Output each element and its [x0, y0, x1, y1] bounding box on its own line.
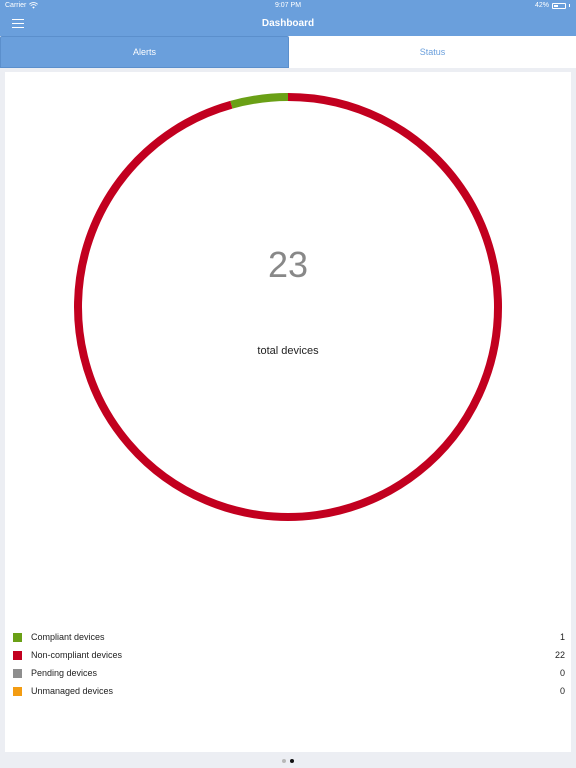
total-devices-value: 23: [267, 244, 309, 285]
legend-swatch-unmanaged: [13, 686, 22, 696]
page-title: Dashboard: [261, 18, 315, 29]
device-donut-chart: [74, 93, 502, 521]
donut-slice-non-compliant-devices[interactable]: [74, 93, 502, 521]
legend-label: Pending devices: [31, 668, 98, 678]
total-devices-label: total devices: [257, 345, 319, 357]
pager-dot[interactable]: [290, 759, 294, 763]
donut-slice-compliant-devices[interactable]: [230, 93, 289, 109]
battery-icon: [552, 2, 566, 9]
page-indicator[interactable]: [0, 759, 576, 763]
legend-count: 22: [554, 650, 565, 660]
status-bar: Carrier 9:07 PM 42%: [0, 0, 576, 12]
legend-item[interactable]: Unmanaged devices 0: [13, 682, 567, 700]
legend-swatch-pending: [13, 668, 22, 678]
legend-item[interactable]: Non-compliant devices 22: [13, 646, 567, 664]
legend-label: Compliant devices: [31, 632, 105, 642]
dashboard-card: 23 total devices Compliant devices 1 Non…: [5, 72, 571, 752]
tab-status[interactable]: Status: [289, 36, 576, 68]
pager-dot[interactable]: [282, 759, 286, 763]
battery-fill: [554, 4, 559, 7]
legend-count: 0: [559, 686, 565, 696]
legend-count: 1: [559, 632, 565, 642]
tab-alerts[interactable]: Alerts: [0, 36, 289, 68]
legend-swatch-compliant: [13, 632, 22, 642]
nav-bar: Dashboard: [0, 12, 576, 36]
status-time: 9:07 PM: [274, 2, 302, 9]
chart-legend: Compliant devices 1 Non-compliant device…: [13, 628, 567, 700]
status-right: 42%: [535, 2, 570, 9]
legend-item[interactable]: Compliant devices 1: [13, 628, 567, 646]
legend-label: Unmanaged devices: [31, 686, 114, 696]
battery-tip: [569, 4, 570, 7]
legend-item[interactable]: Pending devices 0: [13, 664, 567, 682]
legend-count: 0: [559, 668, 565, 678]
legend-label: Non-compliant devices: [31, 650, 123, 660]
legend-swatch-non-compliant: [13, 650, 22, 660]
tab-bar: Alerts Status: [0, 36, 576, 68]
battery-percent: 42%: [534, 2, 549, 9]
